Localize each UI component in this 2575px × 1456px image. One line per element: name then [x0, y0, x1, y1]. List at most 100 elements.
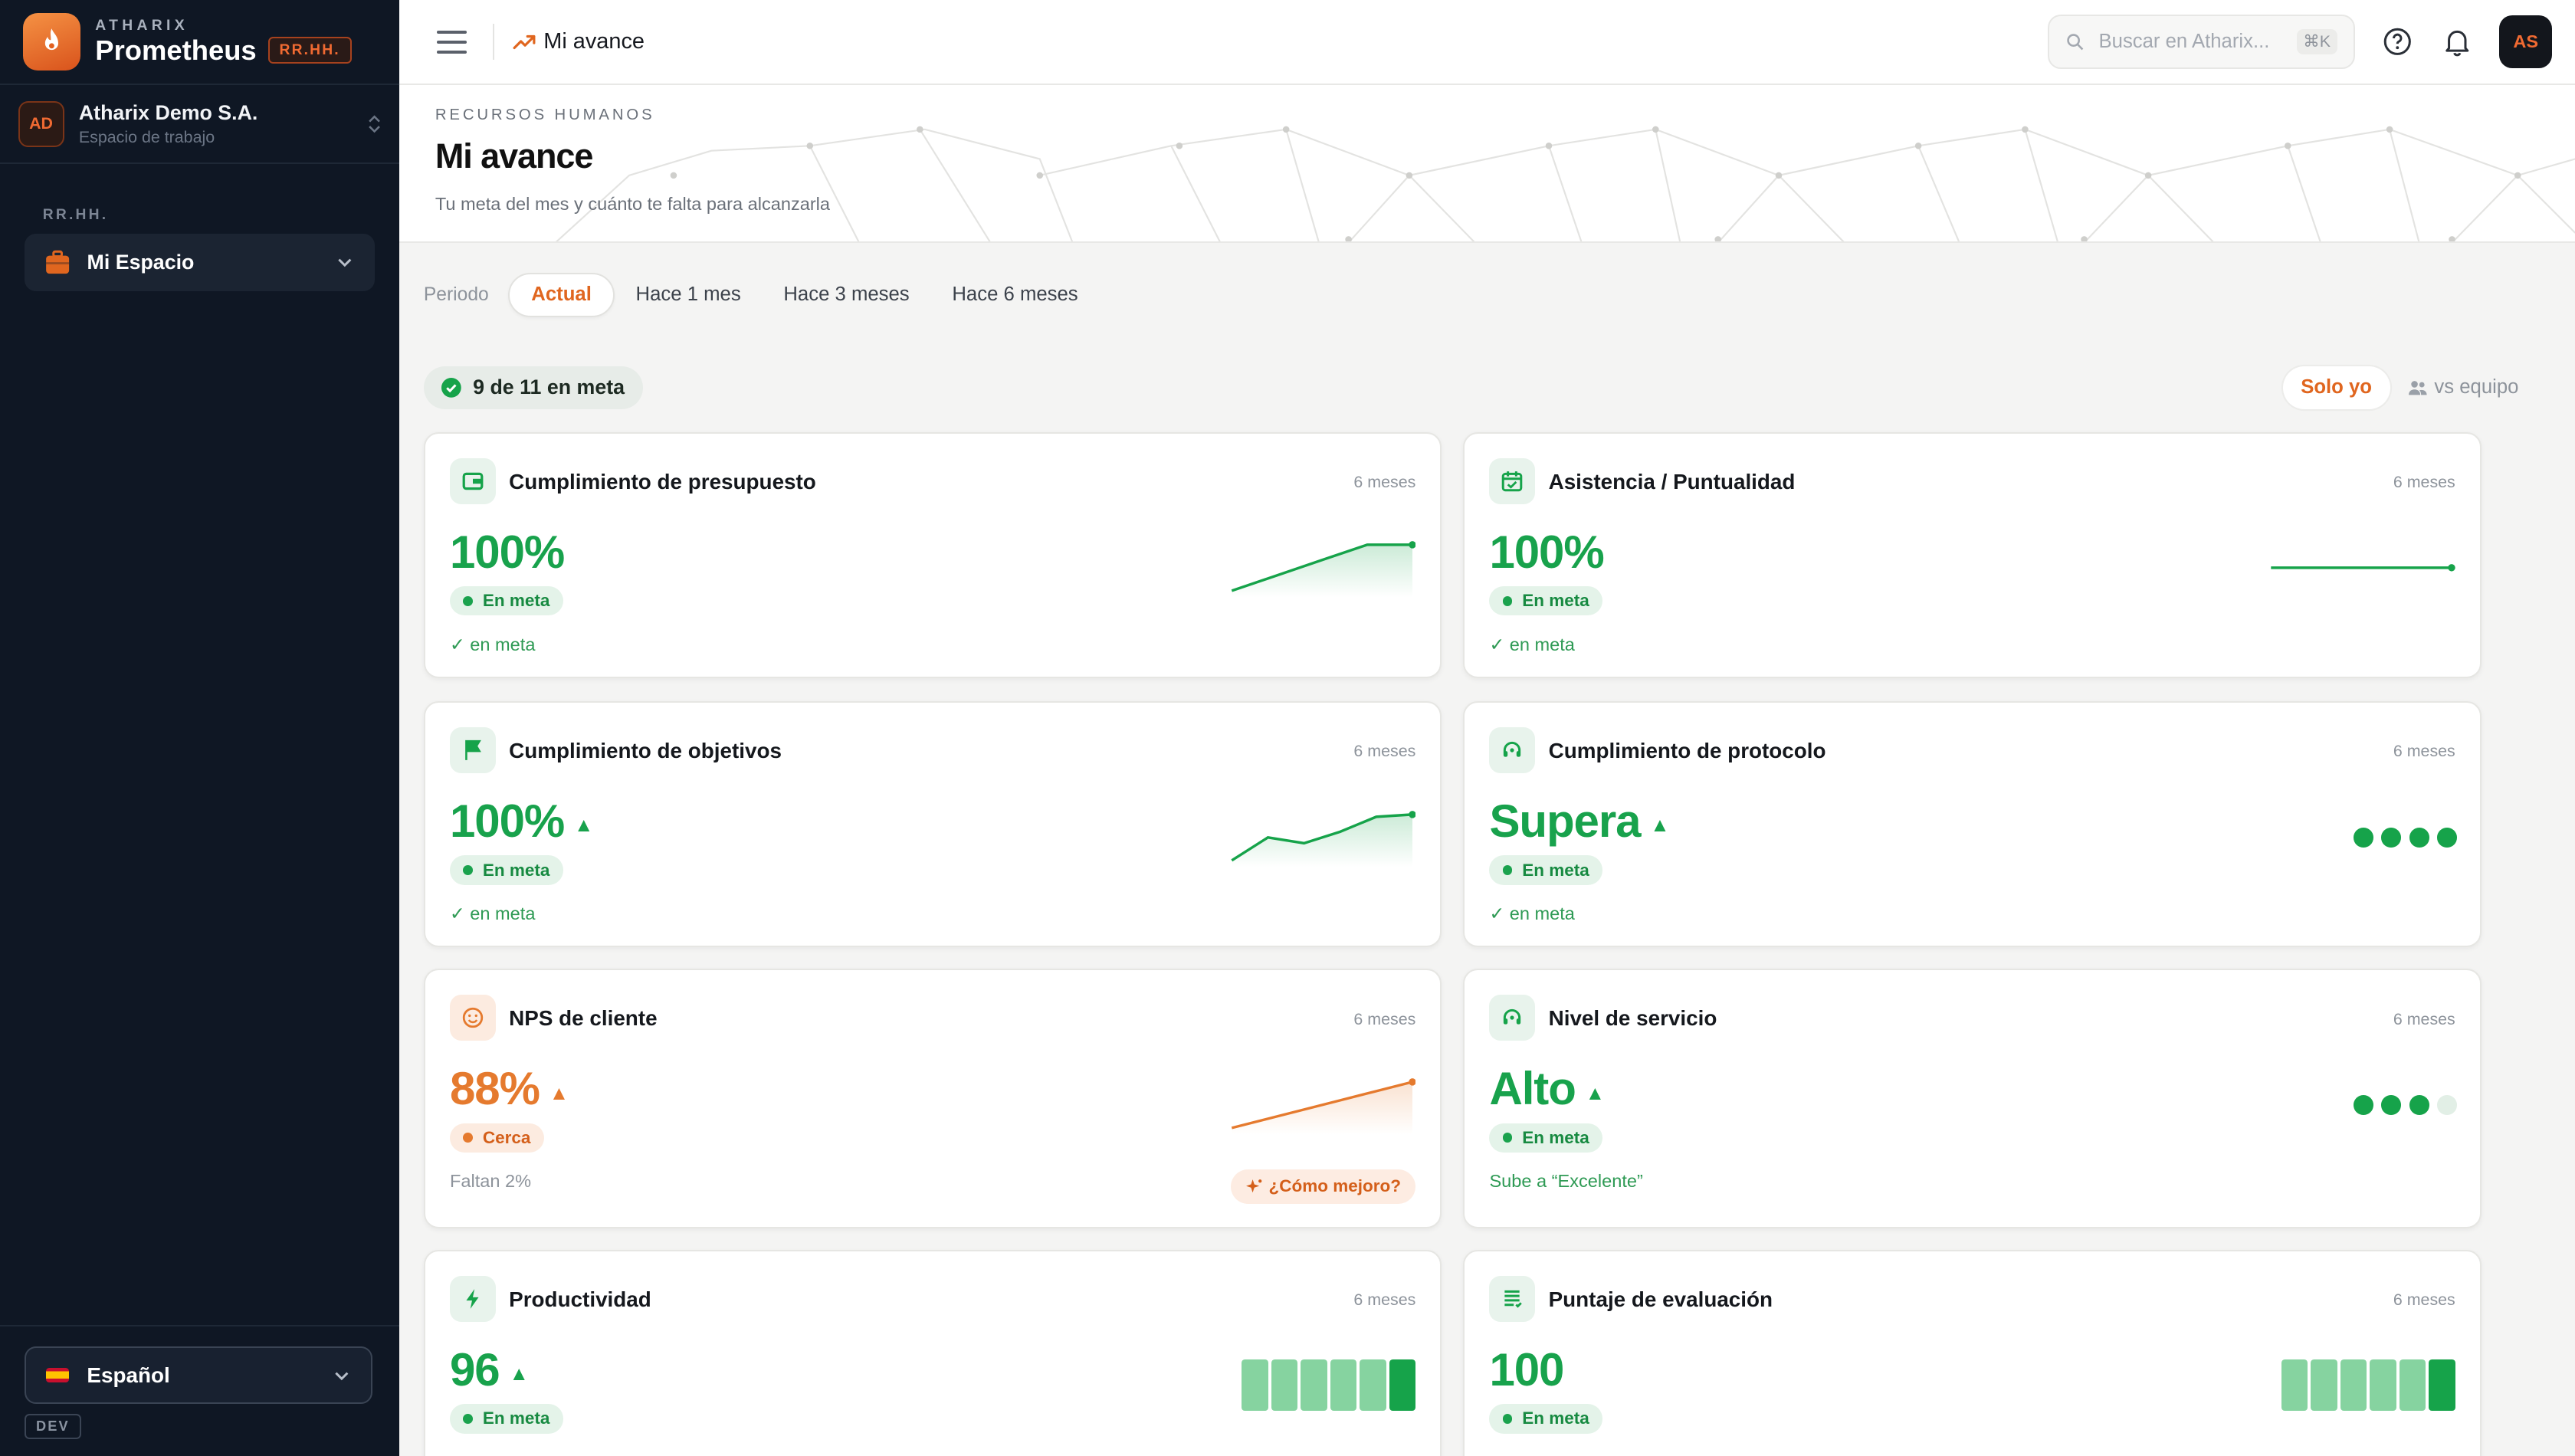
card-value-text: 100: [1489, 1343, 1564, 1395]
status-badge-label: Cerca: [482, 1127, 531, 1147]
status-badge: En meta: [1489, 1123, 1602, 1153]
sidebar: ATHARIX Prometheus RR.HH. AD Atharix Dem…: [0, 0, 399, 1456]
help-icon[interactable]: [2381, 25, 2414, 58]
improve-button-label: ¿Cómo mejoro?: [1268, 1176, 1402, 1196]
brand-app-name: Prometheus: [95, 34, 257, 66]
trend-up-icon: ▲: [509, 1363, 528, 1385]
status-badge: En meta: [1489, 1404, 1602, 1434]
card-period: 6 meses: [1353, 742, 1416, 761]
metric-card[interactable]: Puntaje de evaluación 6 meses 100 En met…: [1463, 1249, 2482, 1456]
status-dot: [1502, 1133, 1513, 1143]
bar-chart: [1242, 1359, 1416, 1411]
flag-icon: [450, 727, 496, 774]
language-label: Español: [87, 1363, 170, 1387]
goal-summary-badge: 9 de 11 en meta: [423, 366, 643, 409]
card-title: Nivel de servicio: [1548, 1006, 1717, 1031]
sparkle-icon: [1245, 1179, 1261, 1192]
sidebar-item-mi-espacio[interactable]: Mi Espacio: [25, 233, 375, 291]
tab-hace-6-meses[interactable]: Hace 6 meses: [931, 273, 1100, 317]
card-title: Asistencia / Puntualidad: [1548, 469, 1796, 494]
status-dot: [463, 1133, 473, 1143]
users-icon: [2409, 381, 2427, 395]
period-label: Periodo: [423, 284, 489, 305]
sparkline-end-point: [2448, 564, 2455, 572]
status-dot: [463, 595, 473, 606]
metric-card[interactable]: Cumplimiento de presupuesto 6 meses 100%…: [423, 431, 1442, 678]
smile-icon: [450, 995, 496, 1041]
bar: [2340, 1359, 2367, 1411]
tab-actual[interactable]: Actual: [508, 272, 615, 317]
tab-hace-1-mes[interactable]: Hace 1 mes: [615, 273, 763, 317]
view-toggle: Solo yo vs equipo: [2282, 366, 2537, 409]
status-badge-label: En meta: [1522, 1408, 1589, 1428]
brand[interactable]: ATHARIX Prometheus RR.HH.: [0, 0, 399, 86]
user-avatar[interactable]: AS: [2499, 15, 2553, 68]
card-value: 100%: [1489, 526, 1613, 579]
calendar-check-icon: [1489, 457, 1536, 504]
flame-logo-icon: [23, 13, 80, 71]
metric-card[interactable]: Cumplimiento de protocolo 6 meses Supera…: [1463, 701, 2482, 948]
workspace-switcher[interactable]: AD Atharix Demo S.A. Espacio de trabajo: [0, 85, 399, 165]
status-badge-label: En meta: [1522, 1127, 1589, 1147]
level-dot: [2409, 1095, 2429, 1115]
status-badge-label: En meta: [1522, 860, 1589, 880]
level-dot: [2409, 827, 2429, 848]
headset-icon: [1489, 995, 1536, 1041]
card-value: Alto ▲: [1489, 1062, 1605, 1115]
metric-card[interactable]: Asistencia / Puntualidad 6 meses 100% En…: [1463, 431, 2482, 678]
toggle-vs-equipo[interactable]: vs equipo: [2390, 366, 2537, 409]
metric-card[interactable]: NPS de cliente 6 meses 88% ▲ Cerca Falta…: [423, 969, 1442, 1228]
summary-text: 9 de 11 en meta: [473, 375, 625, 399]
bar: [1242, 1359, 1268, 1411]
search-input[interactable]: Buscar en Atharix... ⌘K: [2048, 15, 2355, 69]
menu-icon[interactable]: [437, 30, 467, 54]
metric-card[interactable]: Nivel de servicio 6 meses Alto ▲ En meta…: [1463, 969, 2482, 1228]
card-title: Puntaje de evaluación: [1548, 1287, 1773, 1311]
sparkline-area: [1232, 545, 1413, 598]
topbar: Mi avance Buscar en Atharix... ⌘K AS: [399, 0, 2575, 86]
env-badge: DEV: [25, 1413, 81, 1440]
sidebar-section-label: RR.HH.: [42, 206, 109, 223]
chevron-up-down-icon: [369, 115, 380, 133]
briefcase-icon: [45, 250, 69, 274]
trending-up-icon: [513, 34, 536, 49]
sparkline-chart: [2271, 564, 2455, 572]
chevron-down-icon: [338, 259, 352, 267]
status-badge: En meta: [450, 855, 563, 885]
status-badge-label: En meta: [482, 1408, 550, 1428]
search-shortcut: ⌘K: [2296, 28, 2337, 55]
card-value-text: 100%: [450, 526, 565, 578]
card-footnote: ✓ en meta: [450, 903, 536, 924]
card-value-text: Alto: [1489, 1063, 1576, 1115]
bar: [2281, 1359, 2308, 1411]
card-value-text: 100%: [1489, 526, 1604, 578]
bar: [1301, 1359, 1327, 1411]
level-dot: [2353, 1095, 2373, 1115]
language-select[interactable]: Español: [25, 1346, 373, 1405]
card-footnote: ✓ en meta: [450, 635, 536, 654]
card-value: 88% ▲: [450, 1062, 569, 1115]
improve-button[interactable]: ¿Cómo mejoro?: [1231, 1169, 1416, 1204]
brand-company: ATHARIX: [95, 17, 189, 34]
level-dot: [2437, 1095, 2457, 1115]
card-footnote: ✓ en meta: [1489, 635, 1575, 654]
card-period: 6 meses: [2393, 1290, 2455, 1310]
card-title: Cumplimiento de objetivos: [509, 739, 782, 763]
card-period: 6 meses: [2393, 742, 2455, 761]
card-value-text: 100%: [450, 795, 565, 848]
metric-card[interactable]: Productividad 6 meses 96 ▲ En meta: [423, 1249, 1442, 1456]
page-eyebrow: RECURSOS HUMANOS: [435, 107, 655, 124]
wallet-icon: [450, 457, 496, 504]
toggle-solo-yo[interactable]: Solo yo: [2282, 366, 2390, 409]
bar: [1360, 1359, 1386, 1411]
page-header: RECURSOS HUMANOS Mi avance Tu meta del m…: [399, 85, 2575, 244]
card-footnote: Faltan 2%: [450, 1170, 532, 1191]
card-title: Productividad: [509, 1287, 651, 1311]
card-period: 6 meses: [1353, 1290, 1416, 1310]
metric-card[interactable]: Cumplimiento de objetivos 6 meses 100% ▲…: [423, 701, 1442, 948]
tab-hace-3-meses[interactable]: Hace 3 meses: [763, 273, 931, 317]
bell-icon[interactable]: [2440, 25, 2473, 58]
status-badge-label: En meta: [482, 591, 550, 611]
status-badge-label: En meta: [482, 860, 550, 880]
card-title: Cumplimiento de protocolo: [1548, 739, 1826, 763]
